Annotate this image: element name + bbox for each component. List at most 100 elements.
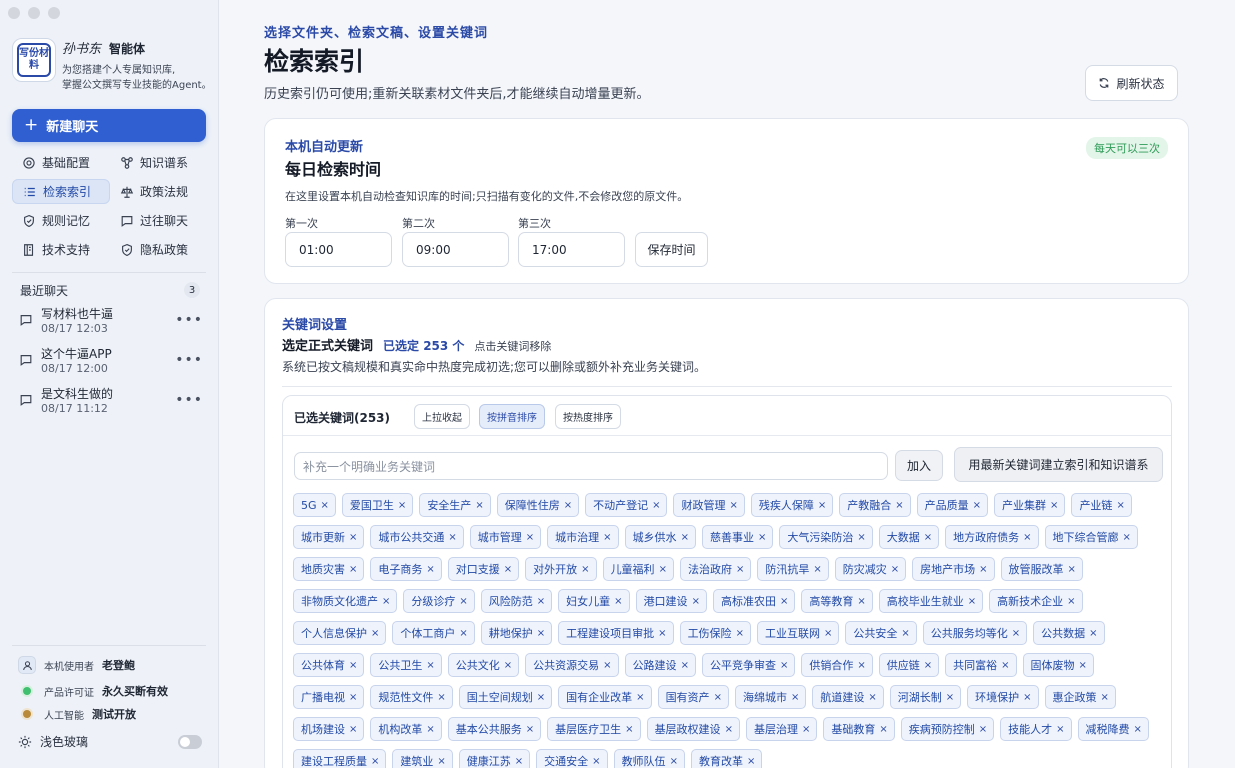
sidebar-item-privacy[interactable]: 隐私政策 bbox=[110, 237, 208, 262]
first-time-input[interactable]: 01:00 bbox=[285, 232, 392, 267]
keyword-tag[interactable]: 公共资源交易 × bbox=[525, 653, 619, 677]
keyword-tag[interactable]: 个人信息保护 × bbox=[293, 621, 387, 645]
keyword-tag[interactable]: 工伤保险 × bbox=[679, 621, 751, 645]
build-index-button[interactable]: 用最新关键词建立索引和知识谱系 bbox=[954, 447, 1163, 482]
remove-keyword-icon[interactable]: × bbox=[780, 596, 788, 607]
remove-keyword-icon[interactable]: × bbox=[398, 500, 406, 511]
remove-keyword-icon[interactable]: × bbox=[1067, 596, 1075, 607]
remove-keyword-icon[interactable]: × bbox=[968, 596, 976, 607]
recent-chat-item[interactable]: 这个牛逼APP 08/17 12:00 ••• bbox=[19, 346, 203, 380]
remove-keyword-icon[interactable]: × bbox=[813, 564, 821, 575]
remove-keyword-icon[interactable]: × bbox=[692, 596, 700, 607]
remove-keyword-icon[interactable]: × bbox=[349, 660, 357, 671]
remove-keyword-icon[interactable]: × bbox=[736, 564, 744, 575]
keyword-tag[interactable]: 风险防范 × bbox=[480, 589, 553, 613]
keyword-tag[interactable]: 大气污染防治 × bbox=[779, 525, 873, 549]
remove-keyword-icon[interactable]: × bbox=[736, 628, 744, 639]
remove-keyword-icon[interactable]: × bbox=[1050, 500, 1058, 511]
keyword-tag[interactable]: 工业互联网 × bbox=[756, 621, 840, 645]
keyword-tag[interactable]: 机构改革 × bbox=[370, 717, 442, 741]
remove-keyword-icon[interactable]: × bbox=[636, 692, 644, 703]
keyword-tag[interactable]: 城市管理 × bbox=[469, 525, 542, 549]
sidebar-item-knowledge-graph[interactable]: 知识谱系 bbox=[110, 150, 208, 175]
keyword-tag[interactable]: 保障性住房 × bbox=[496, 493, 580, 517]
remove-keyword-icon[interactable]: × bbox=[581, 564, 589, 575]
remove-keyword-icon[interactable]: × bbox=[349, 564, 357, 575]
remove-keyword-icon[interactable]: × bbox=[979, 724, 987, 735]
keyword-tag[interactable]: 基础教育 × bbox=[823, 717, 895, 741]
zoom-window-button[interactable] bbox=[48, 7, 60, 19]
keyword-tag[interactable]: 产品质量 × bbox=[916, 493, 989, 517]
keyword-tag[interactable]: 产教融合 × bbox=[839, 493, 911, 517]
remove-keyword-icon[interactable]: × bbox=[426, 724, 434, 735]
keyword-tag[interactable]: 残疾人保障 × bbox=[750, 493, 834, 517]
keyword-tag[interactable]: 机场建设 × bbox=[293, 717, 365, 741]
remove-keyword-icon[interactable]: × bbox=[1068, 564, 1076, 575]
collapse-button[interactable]: 上拉收起 bbox=[414, 404, 470, 429]
remove-keyword-icon[interactable]: × bbox=[857, 532, 865, 543]
keyword-tag[interactable]: 城乡供水 × bbox=[624, 525, 696, 549]
keyword-tag[interactable]: 法治政府 × bbox=[679, 557, 752, 581]
keyword-tag[interactable]: 电子商务 × bbox=[370, 557, 442, 581]
sidebar-item-tech-support[interactable]: 技术支持 bbox=[12, 237, 110, 262]
add-keyword-button[interactable]: 加入 bbox=[895, 450, 943, 481]
keyword-tag[interactable]: 对外开放 × bbox=[525, 557, 597, 581]
keyword-tag[interactable]: 供销合作 × bbox=[801, 653, 873, 677]
more-icon[interactable]: ••• bbox=[175, 352, 203, 368]
keyword-tag[interactable]: 航道建设 × bbox=[812, 685, 884, 709]
remove-keyword-icon[interactable]: × bbox=[1001, 660, 1009, 671]
remove-keyword-icon[interactable]: × bbox=[459, 628, 467, 639]
keyword-tag[interactable]: 共同富裕 × bbox=[945, 653, 1017, 677]
keyword-tag[interactable]: 基层政权建设 × bbox=[646, 717, 740, 741]
sidebar-item-search-index[interactable]: 检索索引 bbox=[12, 179, 110, 204]
keyword-tag[interactable]: 技能人才 × bbox=[1000, 717, 1072, 741]
remove-keyword-icon[interactable]: × bbox=[437, 756, 445, 767]
keyword-tag[interactable]: 基层治理 × bbox=[745, 717, 818, 741]
keyword-tag[interactable]: 地下综合管廊 × bbox=[1044, 525, 1138, 549]
keyword-tag[interactable]: 公共体育 × bbox=[293, 653, 365, 677]
remove-keyword-icon[interactable]: × bbox=[371, 628, 379, 639]
remove-keyword-icon[interactable]: × bbox=[747, 756, 755, 767]
keyword-tag[interactable]: 个体工商户 × bbox=[392, 621, 475, 645]
remove-keyword-icon[interactable]: × bbox=[979, 564, 987, 575]
keyword-tag[interactable]: 教师队伍 × bbox=[613, 749, 685, 768]
remove-keyword-icon[interactable]: × bbox=[526, 532, 534, 543]
more-icon[interactable]: ••• bbox=[175, 312, 203, 328]
keyword-tag[interactable]: 工程建设项目审批 × bbox=[558, 621, 674, 645]
keyword-tag[interactable]: 地质灾害 × bbox=[293, 557, 365, 581]
keyword-tag[interactable]: 基层医疗卫生 × bbox=[547, 717, 641, 741]
remove-keyword-icon[interactable]: × bbox=[448, 532, 456, 543]
keyword-tag[interactable]: 耕地保护 × bbox=[480, 621, 553, 645]
remove-keyword-icon[interactable]: × bbox=[725, 724, 733, 735]
remove-keyword-icon[interactable]: × bbox=[924, 532, 932, 543]
keyword-tag[interactable]: 城市公共交通 × bbox=[370, 525, 464, 549]
remove-keyword-icon[interactable]: × bbox=[564, 500, 572, 511]
remove-keyword-icon[interactable]: × bbox=[537, 596, 545, 607]
remove-keyword-icon[interactable]: × bbox=[857, 596, 865, 607]
close-window-button[interactable] bbox=[8, 7, 20, 19]
keyword-tag[interactable]: 国有企业改革 × bbox=[558, 685, 652, 709]
keyword-tag[interactable]: 健康江苏 × bbox=[458, 749, 531, 768]
remove-keyword-icon[interactable]: × bbox=[924, 660, 932, 671]
keyword-tag[interactable]: 广播电视 × bbox=[293, 685, 365, 709]
keyword-tag[interactable]: 高标准农田 × bbox=[712, 589, 796, 613]
keyword-tag[interactable]: 港口建设 × bbox=[635, 589, 707, 613]
keyword-tag[interactable]: 产业集群 × bbox=[994, 493, 1066, 517]
keyword-tag[interactable]: 供应链 × bbox=[878, 653, 940, 677]
remove-keyword-icon[interactable]: × bbox=[652, 500, 660, 511]
remove-keyword-icon[interactable]: × bbox=[818, 500, 826, 511]
minimize-window-button[interactable] bbox=[28, 7, 40, 19]
remove-keyword-icon[interactable]: × bbox=[614, 596, 622, 607]
keyword-tag[interactable]: 国土空间规划 × bbox=[458, 685, 553, 709]
remove-keyword-icon[interactable]: × bbox=[526, 724, 534, 735]
keyword-tag[interactable]: 安全生产 × bbox=[419, 493, 491, 517]
keyword-tag[interactable]: 公共文化 × bbox=[447, 653, 520, 677]
remove-keyword-icon[interactable]: × bbox=[592, 756, 600, 767]
recent-chat-item[interactable]: 写材料也牛逼 08/17 12:03 ••• bbox=[19, 306, 203, 340]
remove-keyword-icon[interactable]: × bbox=[349, 532, 357, 543]
keyword-tag[interactable]: 教育改革 × bbox=[690, 749, 763, 768]
second-time-input[interactable]: 09:00 bbox=[402, 232, 509, 267]
remove-keyword-icon[interactable]: × bbox=[371, 756, 379, 767]
keyword-tag[interactable]: 交通安全 × bbox=[536, 749, 608, 768]
remove-keyword-icon[interactable]: × bbox=[868, 692, 876, 703]
